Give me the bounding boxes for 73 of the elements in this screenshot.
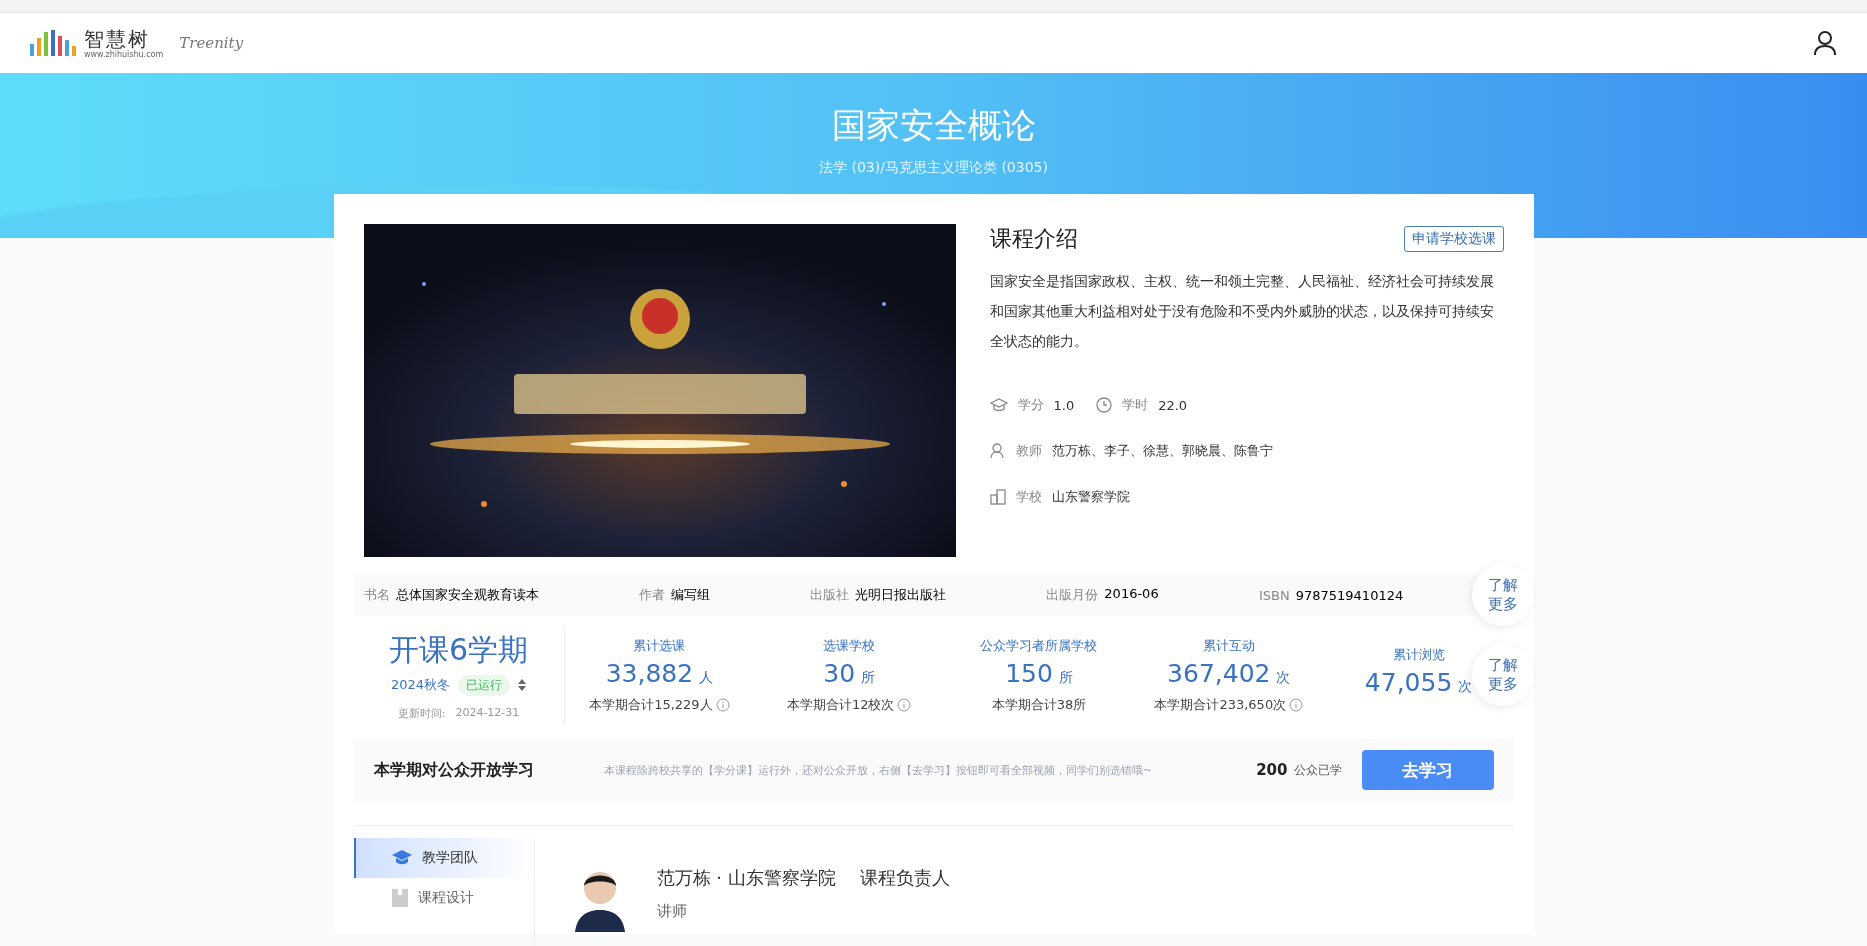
info-icon[interactable] [715,697,730,712]
apply-button[interactable]: 申请学校选课 [1403,226,1504,252]
learner-count: 200 [1256,761,1288,779]
hours-value: 22.0 [1158,397,1188,413]
course-title: 国家安全概论 [831,104,1036,147]
book-field-value: 2016-06 [1104,586,1159,603]
stat-note: 本学期合计12校次 [786,695,895,714]
book-field-value: 编写组 [670,586,710,604]
book-field-label: 出版月份 [1046,586,1099,604]
teacher-label: 教师 [1015,442,1042,460]
stat-note: 本学期合计38所 [991,695,1087,714]
book-field-value: 光明日报出版社 [855,586,947,604]
stat-label: 累计互动 [1202,636,1255,655]
course-description: 国家安全是指国家政权、主权、统一和领土完整、人民福祉、经济社会可持续发展和国家其他重大利益相对处于没有危险和不受内外威胁的状态，以及保持可持续安全状态的能力。 [989,272,1495,351]
stat-value: 30 [823,658,856,688]
stat-unit: 次 [1276,668,1291,687]
stat-unit: 所 [861,668,876,687]
school-name: 山东警察学院 [1051,488,1130,506]
study-button[interactable]: 去学习 [1361,750,1494,790]
stat-value: 367,402 [1167,658,1271,688]
stat-label: 累计浏览 [1392,645,1445,664]
sort-icon[interactable] [518,679,527,691]
credit-value: 1.0 [1053,397,1075,413]
teacher-title: 讲师 [656,902,688,921]
book-field-value: 9787519410124 [1295,587,1404,603]
graduation-cap-icon [989,397,1008,413]
more-button[interactable]: 了解更多 [1471,644,1534,706]
info-icon[interactable] [1289,697,1304,712]
bookmark-icon [391,889,408,907]
book-field-label: 作者 [638,586,665,604]
stat-value: 47,055 [1364,667,1453,697]
stat-unit: 人 [699,668,714,687]
logo-text: 智慧树 [84,27,150,50]
book-field-value: 总体国家安全观教育读本 [395,586,539,604]
stat-label: 累计选课 [633,636,686,655]
public-study-title: 本学期对公众开放学习 [373,759,535,781]
book-field-label: ISBN [1258,587,1290,603]
more-button[interactable]: 了解更多 [1471,564,1534,626]
user-icon[interactable] [1813,30,1837,56]
term-name: 2024秋冬 [390,676,451,694]
person-icon [989,443,1006,459]
stat-note: 本学期合计15,229人 [589,695,713,714]
stat-note: 本学期合计233,650次 [1154,695,1287,714]
teacher-role: 课程负责人 [859,866,950,890]
book-field-label: 出版社 [810,586,850,604]
clock-icon [1096,397,1113,413]
graduation-cap-icon [391,850,412,866]
logo-bars-icon [30,30,78,56]
credit-label: 学分 [1017,396,1044,414]
learner-count-label: 公众已学 [1293,761,1342,779]
stat-value: 33,882 [605,658,694,688]
stat-label: 公众学习者所属学校 [980,636,1098,655]
stat-unit: 次 [1458,677,1473,696]
sidebar-item[interactable]: 课程设计 [353,878,534,918]
updated-label: 更新时间: [397,705,446,721]
stat-value: 150 [1005,658,1053,688]
stat-label: 选课学校 [823,636,876,655]
updated-date: 2024-12-31 [455,705,520,721]
terms-count: 开课6学期 [388,630,529,669]
brand-name: Treenity [179,34,244,52]
stat-unit: 所 [1058,668,1073,687]
course-category: 法学 (03)/马克思主义理论类 (0305) [819,159,1048,177]
status-badge: 已运行 [458,674,511,696]
school-label: 学校 [1015,488,1042,506]
building-icon [989,489,1006,505]
hours-label: 学时 [1122,396,1149,414]
logo-url: www.zhihuishu.com [84,49,164,59]
intro-title: 课程介绍 [989,225,1078,253]
teacher-name: 范万栋 · 山东警察学院 [656,866,836,890]
book-field-label: 书名 [363,586,390,604]
public-study-hint: 本课程除跨校共享的【学分课】运行外，还对公众开放，右侧【去学习】按钮即可看全部视频，同学们别选错哦~ [603,762,1153,778]
info-icon[interactable] [897,697,912,712]
teacher-names: 范万栋、李子、徐慧、郭晓晨、陈鲁宁 [1051,442,1273,460]
